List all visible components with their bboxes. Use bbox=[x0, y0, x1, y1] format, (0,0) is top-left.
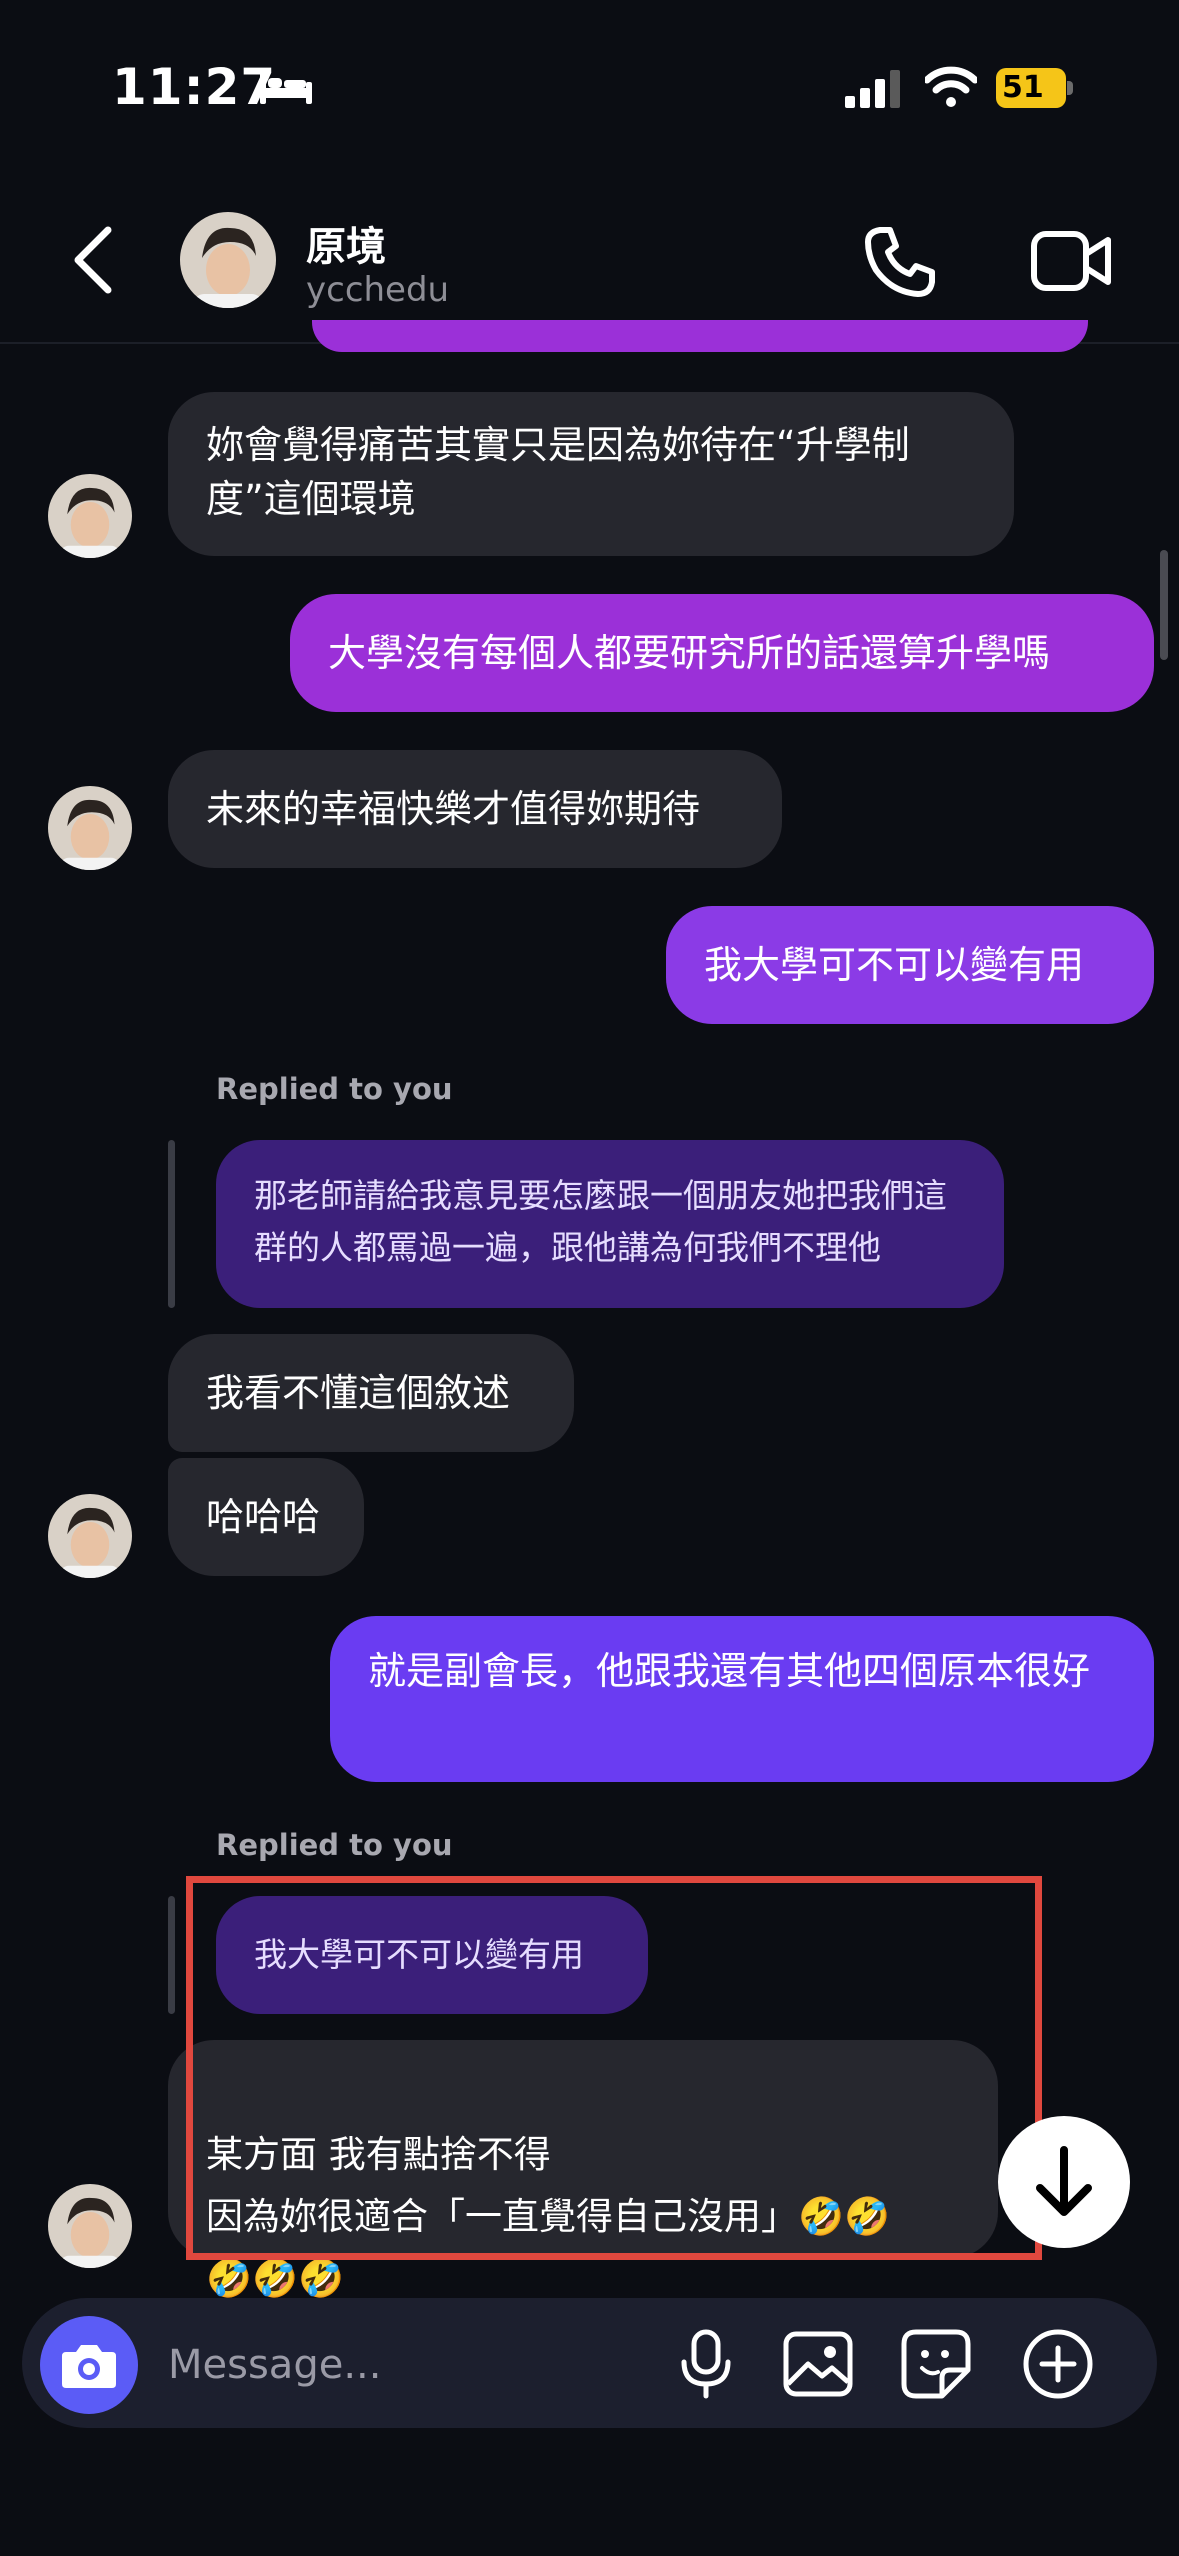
message-text: 我看不懂這個敘述 bbox=[206, 1371, 511, 1415]
scrollbar[interactable] bbox=[1160, 550, 1168, 660]
incoming-message-bubble[interactable]: 我看不懂這個敘述 bbox=[168, 1334, 574, 1452]
message-text: 妳會覺得痛苦其實只是因為妳待在“升學制度”這個環境 bbox=[206, 423, 910, 521]
contact-username[interactable]: ycchedu bbox=[306, 270, 449, 310]
sender-avatar[interactable] bbox=[48, 1494, 132, 1578]
phone-icon[interactable] bbox=[862, 224, 938, 300]
image-icon[interactable] bbox=[780, 2326, 856, 2402]
video-icon[interactable] bbox=[1030, 226, 1112, 296]
plus-icon[interactable] bbox=[1020, 2326, 1096, 2402]
message-input[interactable] bbox=[166, 2332, 630, 2398]
status-time: 11:27 bbox=[112, 58, 277, 116]
battery-level: 51 bbox=[996, 68, 1066, 108]
camera-icon bbox=[62, 2345, 116, 2388]
incoming-message-bubble[interactable]: 哈哈哈 bbox=[168, 1458, 364, 1576]
quoted-message[interactable]: 那老師請給我意見要怎麼跟一個朋友她把我們這群的人都罵過一遍，跟他講為何我們不理他 bbox=[216, 1140, 1004, 1308]
message-text: 就是副會長，他跟我還有其他四個原本很好 bbox=[368, 1649, 1091, 1693]
sender-avatar[interactable] bbox=[48, 2184, 132, 2268]
contact-name[interactable]: 原境 bbox=[306, 214, 386, 272]
wifi-icon bbox=[925, 66, 977, 107]
bed-icon bbox=[260, 70, 312, 104]
reply-indicator-bar bbox=[168, 1140, 175, 1308]
outgoing-message-bubble[interactable]: 就是副會長，他跟我還有其他四個原本很好 bbox=[330, 1616, 1154, 1782]
reply-indicator-bar bbox=[168, 1896, 175, 2014]
incoming-message-bubble[interactable]: 妳會覺得痛苦其實只是因為妳待在“升學制度”這個環境 bbox=[168, 392, 1014, 556]
sender-avatar[interactable] bbox=[48, 474, 132, 558]
message-text: 我大學可不可以變有用 bbox=[704, 943, 1085, 987]
highlight-annotation-box bbox=[186, 1876, 1042, 2260]
incoming-message-bubble[interactable]: 未來的幸福快樂才值得妳期待 bbox=[168, 750, 782, 868]
outgoing-message-bubble-partial[interactable] bbox=[312, 320, 1088, 352]
replied-label: Replied to you bbox=[216, 1828, 453, 1862]
sender-avatar[interactable] bbox=[48, 786, 132, 870]
outgoing-message-bubble[interactable]: 我大學可不可以變有用 bbox=[666, 906, 1154, 1024]
quoted-text: 那老師請給我意見要怎麼跟一個朋友她把我們這群的人都罵過一遍，跟他講為何我們不理他 bbox=[254, 1176, 947, 1267]
microphone-icon[interactable] bbox=[668, 2326, 744, 2402]
replied-label: Replied to you bbox=[216, 1072, 453, 1106]
battery-icon: 51 bbox=[996, 68, 1074, 108]
arrow-down-icon bbox=[1036, 2146, 1092, 2216]
signal-icon bbox=[845, 70, 900, 108]
scroll-to-bottom-button[interactable] bbox=[998, 2116, 1130, 2248]
camera-button[interactable] bbox=[40, 2316, 138, 2414]
outgoing-message-bubble[interactable]: 大學沒有每個人都要研究所的話還算升學嗎 bbox=[290, 594, 1154, 712]
message-text: 未來的幸福快樂才值得妳期待 bbox=[206, 787, 701, 831]
contact-avatar[interactable] bbox=[180, 212, 276, 308]
message-text: 大學沒有每個人都要研究所的話還算升學嗎 bbox=[328, 631, 1051, 675]
back-icon[interactable] bbox=[68, 224, 118, 296]
sticker-icon[interactable] bbox=[898, 2326, 974, 2402]
message-text: 哈哈哈 bbox=[206, 1495, 321, 1539]
